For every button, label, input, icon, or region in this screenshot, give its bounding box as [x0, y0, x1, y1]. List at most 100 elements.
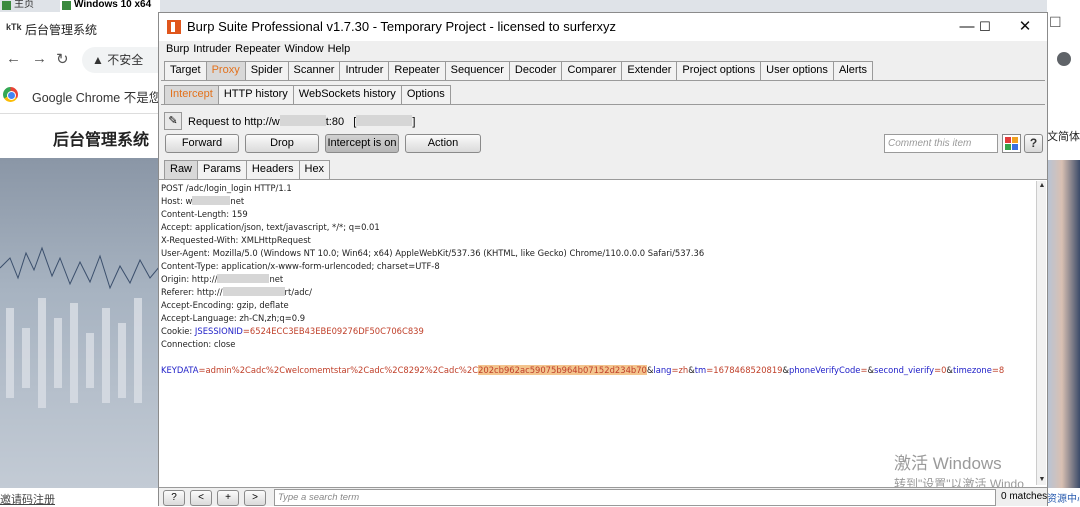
page-background-image [0, 158, 160, 488]
browser-right-edge: ☐ 文简体 资源中心 [1047, 0, 1080, 506]
info-bar-text: Google Chrome 不是您 [32, 91, 162, 105]
header-accept-encoding: Accept-Encoding: gzip, deflate [161, 300, 289, 310]
resource-center-link[interactable]: 资源中心 [1047, 490, 1080, 505]
tab-raw[interactable]: Raw [164, 160, 199, 179]
tab-http-history[interactable]: HTTP history [217, 85, 294, 104]
tab-params[interactable]: Params [197, 160, 247, 179]
browser-info-bar: Google Chrome 不是您 [0, 76, 162, 114]
header-content-length: Content-Length: 159 [161, 209, 248, 219]
scroll-down-arrow-icon[interactable]: ▼ [1037, 475, 1047, 485]
tab-headers[interactable]: Headers [245, 160, 300, 179]
comment-input[interactable]: Comment this item [884, 134, 998, 153]
tab-decoder[interactable]: Decoder [508, 61, 563, 80]
tab-websockets-history[interactable]: WebSockets history [292, 85, 402, 104]
tab-intercept[interactable]: Intercept [164, 85, 219, 104]
maximize-icon[interactable]: ☐ [970, 16, 1000, 38]
editor-scrollbar[interactable]: ▲ ▼ [1036, 181, 1046, 485]
tab-hex[interactable]: Hex [298, 160, 331, 179]
home-tab-icon [2, 1, 11, 10]
account-icon[interactable] [1057, 52, 1071, 66]
tab-extender[interactable]: Extender [621, 61, 678, 80]
scroll-up-arrow-icon[interactable]: ▲ [1037, 181, 1047, 191]
intercept-toggle-button[interactable]: Intercept is on [325, 134, 399, 153]
header-content-type: Content-Type: application/x-www-form-url… [161, 261, 440, 271]
warning-icon: ▲ [92, 53, 104, 67]
search-next-button[interactable]: > [244, 490, 266, 506]
browser-tab-home[interactable]: 主页 [0, 0, 58, 12]
header-user-agent: User-Agent: Mozilla/5.0 (Windows NT 10.0… [161, 248, 705, 258]
request-body: KEYDATA=admin%2Cadc%2Cwelcomemtstar%2Cad… [161, 365, 1005, 375]
tab-user-options[interactable]: User options [760, 61, 834, 80]
forward-button[interactable]: Forward [165, 134, 239, 153]
edit-pencil-icon[interactable]: ✎ [164, 112, 182, 130]
search-add-button[interactable]: + [217, 490, 239, 506]
proxy-tabs-divider [161, 104, 1045, 105]
header-referer: Referer: http://rt/adc/ [161, 287, 312, 297]
page-photo [1047, 160, 1080, 488]
browser-navbar: ← → ↻ ▲ 不安全 [0, 44, 172, 76]
redacted-block [279, 115, 326, 126]
main-tabs-divider [161, 80, 1045, 81]
search-help-button[interactable]: ? [163, 490, 185, 506]
tab-proxy[interactable]: Proxy [205, 61, 246, 80]
tab-project-options[interactable]: Project options [676, 61, 762, 80]
help-button[interactable]: ? [1024, 134, 1043, 153]
search-bar: ? < + > Type a search term 0 matches [159, 487, 1047, 506]
tab-scanner[interactable]: Scanner [287, 61, 341, 80]
highlighted-password-hash: 202cb962ac59075b964b07152d234b70 [478, 365, 647, 375]
drop-button[interactable]: Drop [245, 134, 319, 153]
burp-logo-icon [167, 20, 181, 34]
header-host: Host: w net [161, 196, 245, 206]
tab-sequencer[interactable]: Sequencer [444, 61, 510, 80]
request-line: POST /adc/login_login HTTP/1.1 [161, 183, 292, 193]
menu-repeater[interactable]: Repeater [235, 43, 280, 55]
site-logo-icon: kTk [6, 22, 22, 32]
close-tab-icon[interactable]: ☐ [1049, 14, 1062, 31]
activation-watermark: 激活 Windows 转到"设置"以激活 Windo [894, 454, 1024, 491]
browser-page-tab[interactable]: kTk 后台管理系统 [0, 12, 160, 44]
forward-arrow-icon[interactable]: → [32, 50, 47, 67]
raw-request-editor[interactable]: POST /adc/login_login HTTP/1.1 Host: w ne… [159, 179, 1047, 487]
message-view-tabs: Raw Params Headers Hex [164, 160, 331, 180]
browser-tab-strip: 主页 Windows 10 x64 [0, 0, 1080, 12]
back-arrow-icon[interactable]: ← [6, 50, 21, 67]
request-target: Request to http://w t:80 [] [188, 115, 416, 128]
tab-intruder[interactable]: Intruder [339, 61, 390, 80]
search-prev-button[interactable]: < [190, 490, 212, 506]
menu-window[interactable]: Window [284, 43, 323, 55]
tab-target[interactable]: Target [164, 61, 207, 80]
header-accept: Accept: application/json, text/javascrip… [161, 222, 380, 232]
header-connection: Connection: close [161, 339, 236, 349]
search-input[interactable]: Type a search term [274, 489, 996, 506]
tab-alerts[interactable]: Alerts [832, 61, 874, 80]
page-header: 后台管理系统 [0, 114, 160, 158]
menu-intruder[interactable]: Intruder [193, 43, 231, 55]
language-switch[interactable]: 文简体 [1047, 128, 1080, 144]
search-matches-count: 0 matches [1001, 491, 1048, 502]
action-button[interactable]: Action [405, 134, 481, 153]
menu-help[interactable]: Help [328, 43, 351, 55]
page-footer: 邀请码注册 [0, 488, 160, 506]
stock-chart-graphic [0, 246, 160, 408]
browser-tab-title: 后台管理系统 [25, 23, 98, 37]
browser-tab-vm[interactable]: Windows 10 x64 [60, 0, 160, 12]
chrome-icon [3, 87, 18, 102]
redacted-block [356, 115, 413, 126]
header-origin: Origin: http://net [161, 274, 284, 284]
burp-titlebar: Burp Suite Professional v1.7.30 - Tempor… [159, 13, 1047, 41]
window-title: Burp Suite Professional v1.7.30 - Tempor… [187, 19, 616, 34]
tab-repeater[interactable]: Repeater [388, 61, 446, 80]
page-heading: 后台管理系统 [53, 132, 150, 149]
header-cookie: Cookie: JSESSIONID=6524ECC3EB43EBE09276D… [161, 326, 424, 336]
vm-tab-icon [62, 1, 71, 10]
header-accept-language: Accept-Language: zh-CN,zh;q=0.9 [161, 313, 306, 323]
close-icon[interactable]: ✕ [1010, 16, 1040, 38]
menu-burp[interactable]: Burp [166, 43, 189, 55]
register-link[interactable]: 邀请码注册 [0, 491, 55, 507]
tab-spider[interactable]: Spider [244, 61, 289, 80]
tab-comparer[interactable]: Comparer [561, 61, 623, 80]
tab-proxy-options[interactable]: Options [400, 85, 451, 104]
reload-icon[interactable]: ↻ [56, 50, 69, 68]
highlight-color-icon[interactable] [1002, 134, 1021, 153]
menu-bar: Burp Intruder Repeater Window Help [159, 41, 1047, 59]
